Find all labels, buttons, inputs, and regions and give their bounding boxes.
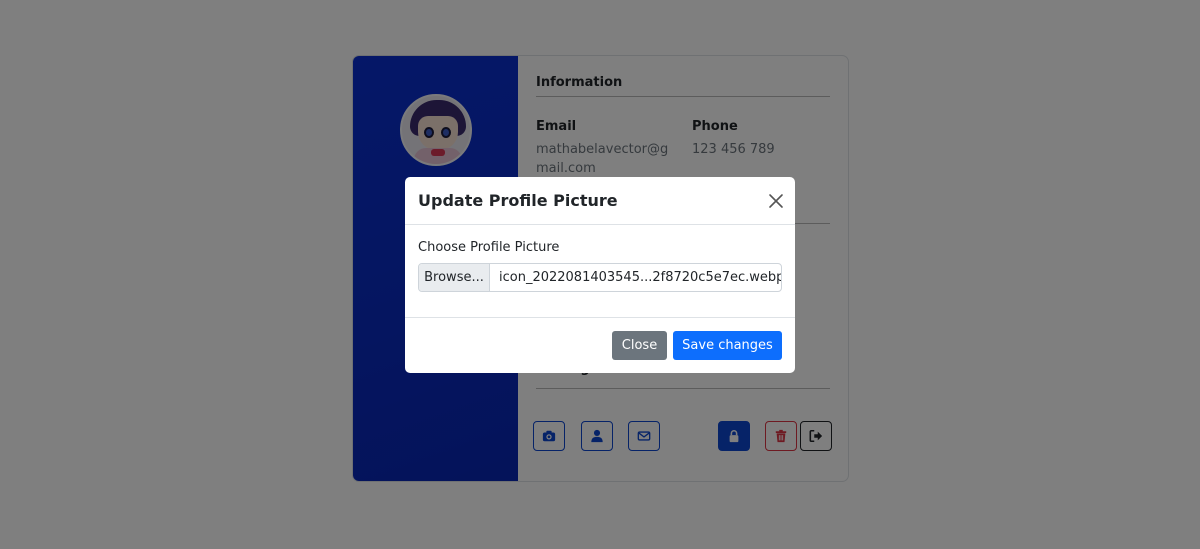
update-profile-picture-modal: Update Profile Picture Choose Profile Pi… bbox=[405, 177, 795, 373]
selected-file-name: icon_2022081403545...2f8720c5e7ec.webp bbox=[499, 270, 781, 285]
modal-footer: Close Save changes bbox=[405, 317, 795, 373]
close-icon[interactable] bbox=[768, 193, 784, 209]
close-button[interactable]: Close bbox=[612, 331, 667, 360]
file-input[interactable]: Browse... icon_2022081403545...2f8720c5e… bbox=[418, 263, 782, 292]
choose-picture-label: Choose Profile Picture bbox=[418, 240, 560, 255]
browse-button[interactable]: Browse... bbox=[419, 264, 490, 291]
modal-header: Update Profile Picture bbox=[405, 177, 795, 225]
save-changes-button[interactable]: Save changes bbox=[673, 331, 782, 360]
modal-body: Choose Profile Picture Browse... icon_20… bbox=[405, 225, 795, 317]
modal-title: Update Profile Picture bbox=[418, 191, 618, 210]
